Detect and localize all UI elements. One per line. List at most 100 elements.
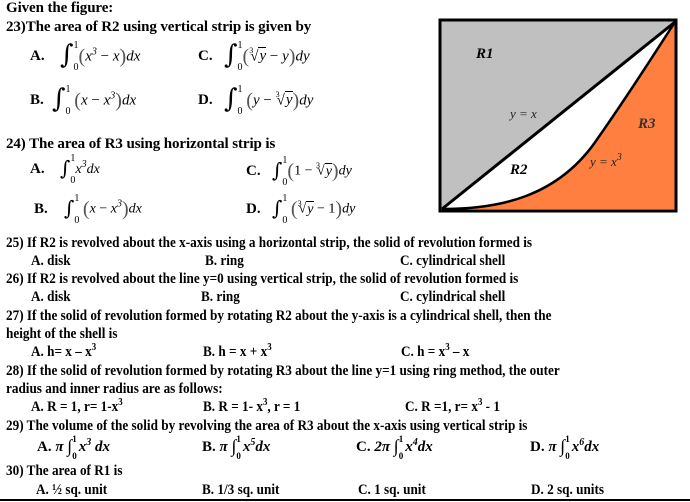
heading: Given the figure:	[6, 0, 114, 16]
differential: dy	[338, 163, 352, 179]
q23-option-c[interactable]: C. ∫ 1 0 (3√y − y)dy	[198, 40, 310, 73]
q25-option-b[interactable]: B. ring	[205, 253, 244, 270]
q24-option-d[interactable]: D. ∫ 1 0 (3√y − 1)dy	[246, 193, 356, 225]
option-text: A. h= x – x	[31, 344, 92, 360]
lower-limit: 0	[565, 450, 570, 461]
q28-option-a[interactable]: A. R = 1, r= 1-x3	[31, 397, 123, 416]
lower-limit: 0	[398, 450, 404, 461]
option-label: B.	[34, 200, 48, 217]
label-r3: R3	[638, 116, 656, 132]
q24-option-c[interactable]: C. ∫ 1 0 (1 − 3√y)dy	[246, 155, 352, 187]
operator: −	[95, 201, 111, 217]
q29-option-d[interactable]: D. π ∫ 1 0 x6dx	[530, 433, 599, 461]
q23-prompt: 23)The area of R2 using vertical strip i…	[6, 19, 312, 35]
label-r1: R1	[476, 46, 494, 62]
lower-limit: 0	[282, 214, 288, 226]
exponent: 3	[86, 436, 92, 448]
upper-limit: 1	[237, 40, 243, 51]
differential: dx	[94, 438, 110, 455]
radicand: y	[306, 200, 314, 217]
upper-limit: 1	[565, 433, 570, 444]
q27-option-a[interactable]: A. h= x – x3	[31, 342, 97, 361]
operator: −	[96, 48, 113, 65]
q30-option-a[interactable]: A. ½ sq. unit	[36, 482, 107, 499]
label-curve-cubic: y = x3	[590, 152, 622, 170]
option-text: B. R = 1- x	[203, 399, 263, 415]
differential: dx	[126, 48, 141, 65]
integral-sign: ∫	[272, 195, 283, 220]
q24-option-b[interactable]: B. ∫ 1 0 (x − x3)dx	[34, 193, 142, 225]
differential: dy	[295, 48, 310, 65]
curve-exponent: 3	[616, 152, 622, 163]
q24-prompt: 24) The area of R3 using horizontal stri…	[6, 136, 276, 152]
option-text: B. h = x + x	[203, 344, 268, 360]
coefficient: π	[219, 438, 228, 455]
q23-option-d[interactable]: D. ∫ 1 0 (y − 3√y)dy	[198, 85, 314, 117]
q27-option-c[interactable]: C. h = x3 – x	[401, 343, 470, 361]
q29-prompt: 29) The volume of the solid by revolving…	[6, 418, 528, 434]
lower-limit: 0	[236, 450, 241, 461]
exponent: 3	[91, 342, 97, 353]
q25-option-c[interactable]: C. cylindrical shell	[400, 253, 505, 270]
differential: dx	[255, 438, 271, 455]
q30-option-b[interactable]: B. 1/3 sq. unit	[202, 482, 279, 499]
q23-option-b[interactable]: B. ∫ 1 0 (x − x3)dx	[30, 84, 136, 117]
exponent: 3	[118, 397, 123, 408]
upper-limit: 1	[282, 192, 288, 204]
figure: R1 R2 R3 y = x y = x3	[438, 18, 680, 215]
upper-limit: 1	[236, 433, 241, 444]
q26-option-a[interactable]: A. disk	[31, 289, 71, 306]
option-text: C. h = x	[401, 344, 446, 360]
upper-limit: 1	[72, 433, 77, 444]
option-label: A.	[30, 48, 45, 65]
q30-option-d[interactable]: D. 2 sq. units	[531, 482, 604, 499]
operator: −	[313, 201, 329, 217]
option-label: D.	[198, 92, 213, 109]
upper-limit: 1	[282, 154, 288, 166]
differential: dx	[417, 438, 433, 455]
q29-option-b[interactable]: B. π ∫ 1 0 x5dx	[202, 433, 271, 461]
differential: dx	[128, 201, 142, 217]
operator: −	[266, 48, 283, 65]
q26-option-b[interactable]: B. ring	[201, 289, 240, 306]
label-r2: R2	[510, 162, 528, 178]
option-text: – x	[449, 344, 470, 360]
bottom-rule	[0, 499, 690, 501]
option-label: C.	[246, 162, 261, 179]
option-label: D.	[246, 200, 261, 217]
lower-limit: 0	[74, 214, 80, 226]
q25-option-a[interactable]: A. disk	[31, 253, 71, 270]
upper-limit: 1	[65, 84, 71, 95]
term: y	[252, 92, 260, 109]
differential: dx	[86, 162, 100, 178]
option-label: B.	[202, 438, 216, 455]
upper-limit: 1	[73, 40, 79, 51]
integral-sign: ∫	[64, 195, 75, 220]
term: x	[405, 438, 413, 455]
option-label: A.	[30, 161, 45, 178]
q29-option-a[interactable]: A. π ∫ 1 0 x3 dx	[37, 433, 110, 460]
q23-option-a[interactable]: A. ∫ 1 0 (x3 − x)dx	[30, 40, 141, 73]
upper-limit: 1	[398, 433, 404, 444]
curve-base: y = x	[590, 154, 617, 169]
q24-option-a[interactable]: A. ∫ 1 0 x3dx	[30, 154, 100, 186]
integral-sign: ∫	[272, 157, 283, 182]
radical-icon: √	[276, 92, 285, 109]
option-text: , r = 1	[267, 399, 301, 415]
q26-option-c[interactable]: C. cylindrical shell	[400, 289, 505, 306]
q29-option-c[interactable]: C. 2π ∫ 1 0 x4dx	[356, 433, 433, 461]
q28-option-b[interactable]: B. R = 1- x3, r = 1	[203, 398, 301, 416]
differential: dy	[299, 92, 314, 109]
lower-limit: 0	[237, 106, 243, 117]
integral-sign: ∫	[60, 156, 71, 180]
differential: dy	[342, 201, 356, 217]
q27-option-b[interactable]: B. h = x + x3	[203, 343, 272, 361]
option-label: A.	[37, 438, 52, 455]
q28-option-c[interactable]: C. R =1, r= x3 - 1	[405, 398, 500, 416]
lower-limit: 0	[65, 106, 71, 117]
radicand: y	[324, 162, 332, 179]
term: x	[85, 48, 92, 65]
q30-option-c[interactable]: C. 1 sq. unit	[358, 482, 426, 499]
integral-sign: ∫	[52, 84, 66, 114]
operator: −	[259, 92, 276, 109]
